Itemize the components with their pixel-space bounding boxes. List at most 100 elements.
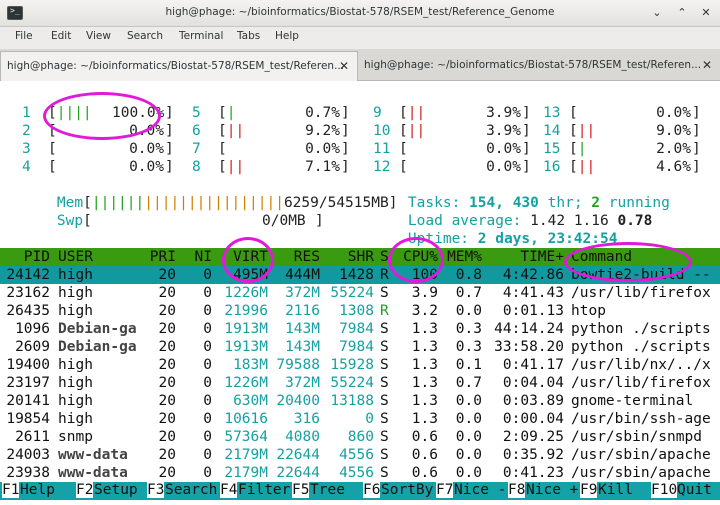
cell-ni: 0: [203, 375, 212, 391]
cell-pid: 24142: [6, 267, 50, 283]
menu-edit[interactable]: Edit: [51, 30, 71, 42]
table-row[interactable]: 23197 high 20 0 1226M 372M 55224 S 1.3 0.7 0:04.04…: [0, 374, 720, 392]
close-window-button[interactable]: ✕: [699, 6, 713, 20]
cell-cmd: python ./scripts: [571, 321, 711, 337]
table-row[interactable]: 2609 Debian-ga 20 0 1913M 143M 7984 S 1.3 0.3 33:5…: [0, 338, 720, 356]
cell-mem: 0.0: [455, 465, 482, 481]
column-header-user[interactable]: USER: [58, 248, 142, 266]
table-row[interactable]: 20141 high 20 0 630M 20400 13188 S 1.3 0.0 0:03.89…: [0, 392, 720, 410]
cpu-percent: 0.0%: [486, 159, 521, 175]
minimize-button[interactable]: ⌄: [650, 6, 664, 20]
fkey-label-setup[interactable]: Setup: [94, 482, 138, 498]
cell-pid: 26435: [6, 303, 50, 319]
fkey-f4[interactable]: F4: [220, 482, 238, 498]
fkey-f2[interactable]: F2: [76, 482, 94, 498]
cpu-usage-bars: ||: [226, 123, 245, 139]
cell-shr: 7984: [339, 321, 374, 337]
column-header-res[interactable]: RES: [268, 248, 320, 266]
menu-help[interactable]: Help: [275, 30, 299, 42]
cell-cpu: 1.3: [411, 339, 438, 355]
fkey-f10[interactable]: F10: [651, 482, 678, 498]
cpu-meter-12: 12[0.0%]: [373, 159, 531, 175]
cell-pri: 20: [158, 339, 176, 355]
cpu-percent: 0.0%: [305, 141, 340, 157]
menu-search[interactable]: Search: [127, 30, 163, 42]
cell-res: 372M: [285, 375, 320, 391]
cell-pri: 20: [158, 375, 176, 391]
fkey-f9[interactable]: F9: [580, 482, 598, 498]
cell-s: S: [380, 447, 389, 463]
tab-1-close-icon[interactable]: ✕: [339, 59, 349, 73]
fkey-label-quit[interactable]: Quit: [677, 482, 712, 498]
column-header-time[interactable]: TIME+: [484, 248, 564, 266]
cell-mem: 0.0: [455, 303, 482, 319]
fkey-f5[interactable]: F5: [292, 482, 310, 498]
cell-ni: 0: [203, 339, 212, 355]
menu-file[interactable]: File: [15, 30, 33, 42]
cell-time: 2:09.25: [502, 429, 564, 445]
cell-cmd: /usr/sbin/apache: [571, 465, 711, 481]
menu-terminal[interactable]: Terminal: [179, 30, 223, 42]
tab-1-label: high@phage: ~/bioinformatics/Biostat-578…: [7, 60, 345, 72]
terminal-area[interactable]: 1 [|||| 100.0%] 2[0.0%] 3[0.0%] 4[0.0%] 5 [| 0.7…: [0, 82, 720, 505]
menu-view[interactable]: View: [86, 30, 111, 42]
tab-2[interactable]: high@phage: ~/bioinformatics/Biostat-578…: [358, 51, 720, 81]
cell-mem: 0.8: [455, 267, 482, 283]
column-header-mem[interactable]: MEM%: [442, 248, 482, 266]
maximize-button[interactable]: ⌃: [675, 6, 689, 20]
menu-tabs[interactable]: Tabs: [237, 30, 260, 42]
fkey-f1[interactable]: F1: [2, 482, 20, 498]
fkey-label-filter[interactable]: Filter: [238, 482, 291, 498]
cell-pid: 23162: [6, 285, 50, 301]
table-row[interactable]: 23162 high 20 0 1226M 372M 55224 S 3.9 0.7 4:41.43…: [0, 284, 720, 302]
cell-ni: 0: [203, 267, 212, 283]
cell-s: S: [380, 357, 389, 373]
cpu-usage-bars: ||: [226, 159, 245, 175]
fkey-f7[interactable]: F7: [436, 482, 454, 498]
cell-shr: 7984: [339, 339, 374, 355]
table-row[interactable]: 19400 high 20 0 183M 79588 15928 S 1.3 0.1 0:41.17…: [0, 356, 720, 374]
table-row[interactable]: 2611 snmp 20 0 57364 4080 860 S 0.6 0.0 2:09.25/us…: [0, 428, 720, 446]
table-row[interactable]: 19854 high 20 0 10616 316 0 S 1.3 0.0 0:00.04/usr/…: [0, 410, 720, 428]
cpu-usage-bars: ||: [577, 159, 596, 175]
cell-cpu: 0.6: [411, 429, 438, 445]
cpu-id: 14: [543, 123, 561, 139]
fkey-label-kill[interactable]: Kill: [598, 482, 633, 498]
table-row[interactable]: 1096 Debian-ga 20 0 1913M 143M 7984 S 1.3 0.3 44:1…: [0, 320, 720, 338]
table-row[interactable]: 26435 high 20 0 21996 2116 1308 R 3.2 0.0 0:01.13 h…: [0, 302, 720, 320]
cell-time: 0:00.04: [502, 411, 564, 427]
fkey-label-nice-[interactable]: Nice +: [526, 482, 579, 498]
tab-2-close-icon[interactable]: ✕: [702, 58, 712, 72]
cpu-usage-bars: ||: [407, 123, 426, 139]
fkey-f3[interactable]: F3: [147, 482, 165, 498]
column-header-shr[interactable]: SHR: [320, 248, 374, 266]
cell-res: 2116: [285, 303, 320, 319]
column-header-pri[interactable]: PRI: [140, 248, 176, 266]
fkey-label-tree[interactable]: Tree: [310, 482, 345, 498]
cell-res: 22644: [276, 465, 320, 481]
cell-pri: 20: [158, 303, 176, 319]
tab-2-label: high@phage: ~/bioinformatics/Biostat-578…: [364, 59, 702, 71]
column-header-ni[interactable]: NI: [178, 248, 212, 266]
tab-1[interactable]: high@phage: ~/bioinformatics/Biostat-578…: [0, 51, 358, 81]
cell-res: 20400: [276, 393, 320, 409]
fkey-f6[interactable]: F6: [363, 482, 381, 498]
cell-s: S: [380, 339, 389, 355]
cell-res: 143M: [285, 321, 320, 337]
cell-shr: 4556: [339, 465, 374, 481]
window-title: high@phage: ~/bioinformatics/Biostat-578…: [165, 6, 555, 18]
cell-s: S: [380, 429, 389, 445]
fkey-label-sortby[interactable]: SortBy: [381, 482, 434, 498]
cell-virt: 1226M: [224, 375, 268, 391]
cell-time: 0:41.17: [502, 357, 564, 373]
cpu-meter-3: 3[0.0%]: [22, 141, 174, 157]
fkey-label-help[interactable]: Help: [20, 482, 55, 498]
fkey-label-nice-[interactable]: Nice -: [454, 482, 507, 498]
table-row[interactable]: 24003 www-data 20 0 2179M 22644 4556 S 0.6 0.0 0:3…: [0, 446, 720, 464]
cell-s: S: [380, 465, 389, 481]
column-header-pid[interactable]: PID: [4, 248, 50, 266]
table-row[interactable]: 23938 www-data 20 0 2179M 22644 4556 S 0.6 0.0 0:4…: [0, 464, 720, 482]
fkey-f8[interactable]: F8: [508, 482, 526, 498]
fkey-label-search[interactable]: Search: [165, 482, 218, 498]
cell-cmd: /usr/lib/nx/../x: [571, 357, 711, 373]
